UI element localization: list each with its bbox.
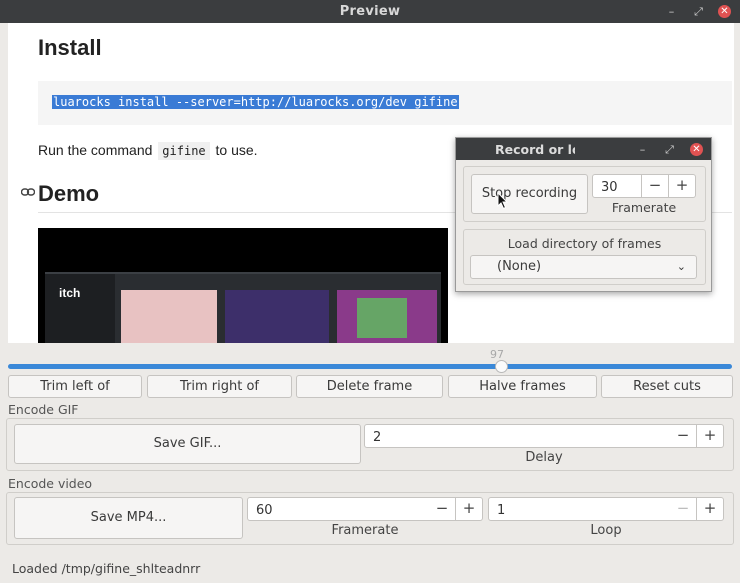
demo-sidebar: itch [45, 274, 115, 343]
dialog-maximize-button[interactable]: ⤢ [663, 143, 676, 156]
loop-input[interactable]: 1 [488, 497, 671, 521]
video-framerate-increment-button[interactable]: + [456, 497, 483, 521]
loop-decrement-button[interactable]: − [670, 497, 697, 521]
window-titlebar: Preview – ⤢ ✕ [0, 0, 740, 23]
dialog-minimize-button[interactable]: – [636, 143, 649, 156]
video-framerate-caption: Framerate [331, 523, 399, 538]
delay-decrement-button[interactable]: − [670, 424, 697, 448]
record-framerate-caption: Framerate [611, 200, 677, 215]
record-framerate-input[interactable]: 30 [592, 174, 642, 198]
record-dialog-titlebar: Record or loa – ⤢ ✕ [456, 138, 711, 160]
chevron-down-icon: ⌄ [676, 260, 686, 273]
load-directory-select[interactable]: (None) ⌄ [470, 255, 697, 279]
demo-heading: Demo [38, 181, 100, 206]
frame-slider-handle[interactable] [495, 360, 508, 373]
delay-increment-button[interactable]: + [697, 424, 724, 448]
loop-increment-button[interactable]: + [697, 497, 724, 521]
load-directory-selected: (None) [497, 259, 542, 274]
run-text-after: to use. [215, 142, 258, 158]
maximize-button[interactable]: ⤢ [692, 5, 705, 18]
link-icon [20, 186, 36, 201]
stop-recording-button[interactable]: Stop recording [471, 174, 588, 214]
minimize-button[interactable]: – [665, 5, 678, 18]
run-paragraph: Run the command gifine to use. [38, 142, 258, 160]
save-mp4-button[interactable]: Save MP4... [14, 497, 243, 539]
video-framerate-input[interactable]: 60 [247, 497, 430, 521]
encode-video-label: Encode video [8, 476, 93, 491]
save-gif-button[interactable]: Save GIF... [14, 424, 361, 464]
run-code: gifine [158, 142, 210, 160]
dialog-close-button[interactable]: ✕ [690, 143, 703, 156]
demo-tile [225, 290, 329, 343]
close-button[interactable]: ✕ [718, 5, 731, 18]
install-code-block: luarocks install --server=http://luarock… [38, 81, 732, 125]
record-dialog: Record or loa – ⤢ ✕ Stop recording 30 − … [455, 137, 712, 292]
encode-gif-label: Encode GIF [8, 402, 79, 417]
install-command: luarocks install --server=http://luarock… [52, 95, 459, 109]
demo-app-frame: itch [45, 272, 441, 343]
demo-tile [121, 290, 217, 343]
reset-cuts-button[interactable]: Reset cuts [601, 375, 733, 398]
record-dialog-title: Record or loa [495, 142, 575, 157]
delay-caption: Delay [525, 450, 563, 465]
loop-caption: Loop [590, 523, 622, 538]
window-title: Preview [339, 4, 401, 19]
demo-logo: itch [59, 286, 81, 300]
video-framerate-decrement-button[interactable]: − [429, 497, 456, 521]
trim-right-button[interactable]: Trim right of [147, 375, 292, 398]
demo-screenshot: itch [38, 228, 448, 343]
record-framerate-decrement-button[interactable]: − [642, 174, 669, 198]
load-directory-label: Load directory of frames [507, 236, 662, 251]
halve-frames-button[interactable]: Halve frames [448, 375, 597, 398]
record-framerate-increment-button[interactable]: + [669, 174, 696, 198]
delete-frame-button[interactable]: Delete frame [296, 375, 443, 398]
install-heading: Install [38, 35, 102, 60]
status-text: Loaded /tmp/gifine_shlteadnrr [12, 561, 201, 576]
demo-tile [337, 290, 437, 343]
frame-slider-track[interactable] [8, 364, 732, 369]
delay-input[interactable]: 2 [364, 424, 671, 448]
trim-left-button[interactable]: Trim left of [8, 375, 142, 398]
run-text-before: Run the command [38, 142, 153, 158]
